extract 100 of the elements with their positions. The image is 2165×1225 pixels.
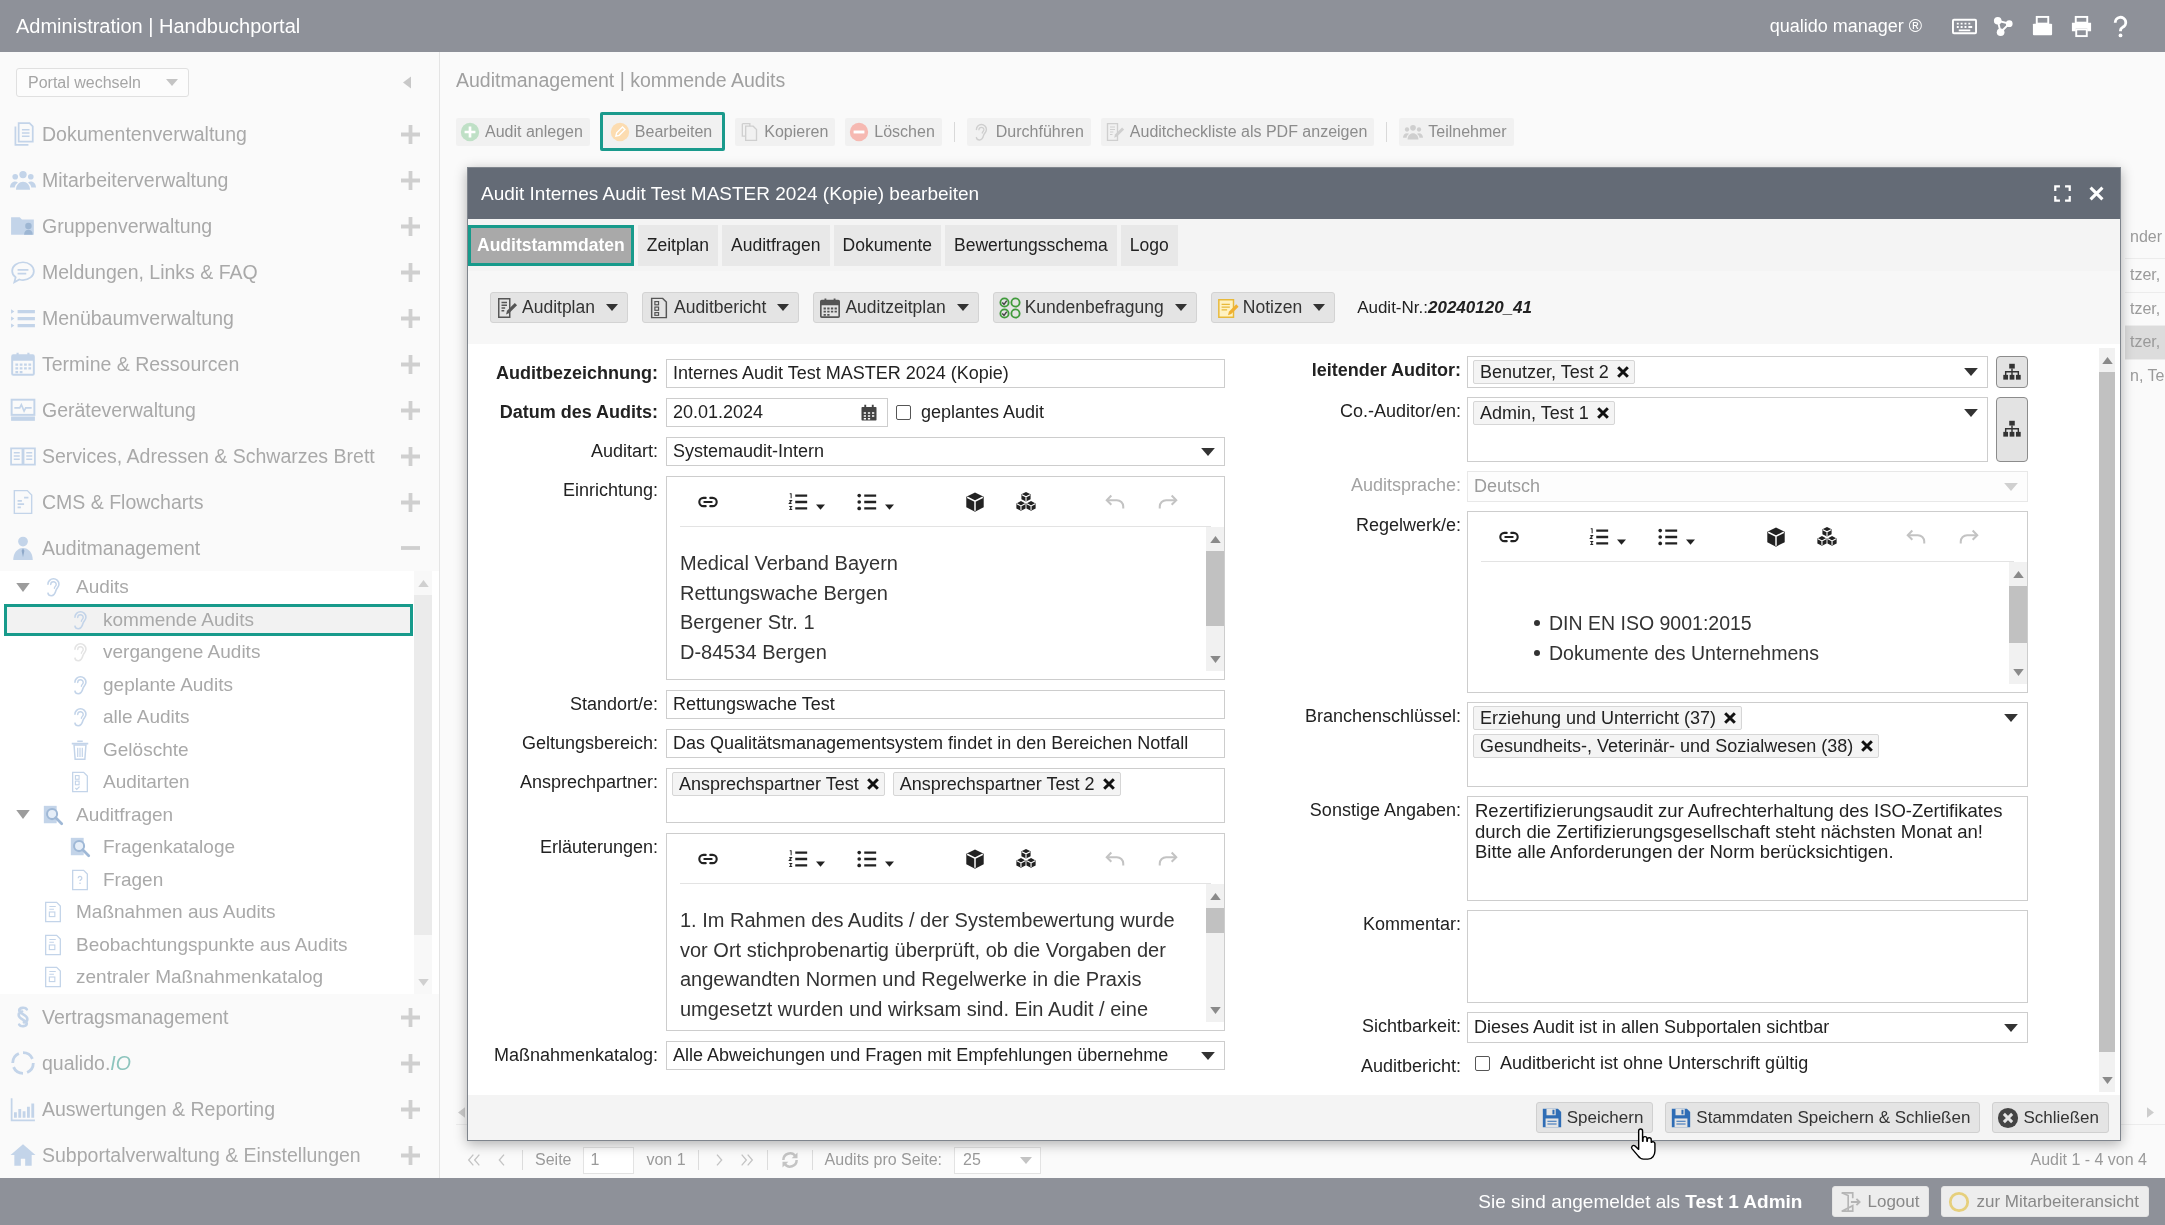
scroll-up-icon[interactable] xyxy=(1209,536,1221,543)
select-field[interactable]: Systemaudit-Intern xyxy=(666,437,1225,466)
tab[interactable]: Dokumente xyxy=(833,225,942,266)
printer-icon[interactable] xyxy=(2069,14,2094,38)
tree-item[interactable]: Fragenkataloge xyxy=(4,831,413,864)
close-button[interactable]: Schließen xyxy=(1992,1102,2109,1133)
text-field[interactable]: Rettungswache Test xyxy=(666,690,1225,719)
remove-icon[interactable] xyxy=(865,777,880,791)
textarea-field[interactable] xyxy=(1467,910,2028,1003)
toolbar-button[interactable]: Löschen xyxy=(845,117,942,146)
editor-text[interactable]: 1. Im Rahmen des Audits / der Systembewertung wurde vor Ort stichprobenartig überprüft, ob die Vorgaben der angewandten Normen und Regelwerke in die Praxis umgesetzt wurden und wirksam sind. Ein Audit / eine xyxy=(667,884,1206,1030)
scroll-down-icon[interactable] xyxy=(1209,656,1221,663)
text-field[interactable]: Internes Audit Test MASTER 2024 (Kopie) xyxy=(666,359,1225,388)
tree-item[interactable]: Auditarten xyxy=(4,766,413,799)
sidebar-item[interactable]: Auditmanagement xyxy=(0,525,439,571)
checkbox[interactable] xyxy=(896,405,911,420)
sidebar-item[interactable]: Meldungen, Links & FAQ xyxy=(0,249,439,295)
cubes-icon[interactable] xyxy=(1015,490,1037,513)
date-field[interactable]: 20.01.2024 xyxy=(666,398,888,427)
numbered-list-icon[interactable] xyxy=(787,847,809,870)
sidebar-item[interactable]: Geräteverwaltung xyxy=(0,387,439,433)
cube-icon[interactable] xyxy=(964,847,986,870)
caret-icon[interactable] xyxy=(885,860,894,867)
select-field[interactable]: Dieses Audit ist in allen Subportalen sichtbar xyxy=(1467,1012,2028,1043)
numbered-list-icon[interactable] xyxy=(1588,525,1610,548)
scroll-down-icon[interactable] xyxy=(1209,1007,1221,1014)
tag-field[interactable]: Ansprechspartner Test Ansprechspartner Test 2 xyxy=(666,768,1225,823)
collapse-caret-icon[interactable] xyxy=(16,810,30,820)
calendar-icon[interactable] xyxy=(860,403,878,422)
table-row[interactable]: tzer, xyxy=(2125,258,2165,292)
sidebar-item[interactable]: Mitarbeiterverwaltung xyxy=(0,157,439,203)
tab[interactable]: Auditstammdaten xyxy=(468,225,634,266)
tag[interactable]: Ansprechspartner Test xyxy=(672,772,885,796)
sidebar-item[interactable]: Menübaumverwaltung xyxy=(0,295,439,341)
tree-item[interactable]: Beobachtungspunkte aus Audits xyxy=(4,928,413,961)
sidebar-item[interactable]: Subportalverwaltung & Einstellungen xyxy=(0,1132,439,1178)
tree-item[interactable]: Maßnahmen aus Audits xyxy=(4,896,413,929)
tree-item[interactable]: vergangene Audits xyxy=(4,636,413,669)
cubes-icon[interactable] xyxy=(1015,847,1037,870)
remove-icon[interactable] xyxy=(1101,777,1116,791)
page-field[interactable]: 1 xyxy=(583,1146,635,1174)
remove-icon[interactable] xyxy=(1860,739,1875,753)
multi-select-field[interactable]: Erziehung und Unterricht (37) Gesundheits-, Veterinär- und Sozialwesen (38) xyxy=(1467,702,2028,787)
tag[interactable]: Benutzer, Test 2 xyxy=(1473,360,1635,384)
tab[interactable]: Zeitplan xyxy=(637,225,719,266)
rich-text-editor[interactable]: Medical Verband Bayern Rettungswache Bergen Bergener Str. 1 D-84534 Bergen xyxy=(666,476,1225,680)
numbered-list-icon[interactable] xyxy=(787,490,809,513)
close-icon[interactable] xyxy=(2088,185,2105,202)
scroll-left-icon[interactable] xyxy=(458,1107,465,1118)
dropdown-button[interactable]: Auditzeitplan xyxy=(813,292,979,323)
caret-icon[interactable] xyxy=(1617,538,1626,545)
toolbar-button[interactable]: Teilnehmer xyxy=(1399,117,1514,146)
dropdown-button[interactable]: Kundenbefragung xyxy=(992,292,1197,323)
rich-text-editor[interactable]: DIN EN ISO 9001:2015 Dokumente des Unternehmens xyxy=(1467,511,2028,693)
org-chart-button[interactable] xyxy=(1996,397,2028,462)
tree-item[interactable]: Auditfragen xyxy=(4,798,413,831)
table-row[interactable]: n, Te xyxy=(2125,358,2165,392)
refresh-icon[interactable] xyxy=(779,1150,800,1170)
scroll-up-icon[interactable] xyxy=(2101,357,2113,364)
editor-text[interactable]: Medical Verband Bayern Rettungswache Bergen Bergener Str. 1 D-84534 Bergen xyxy=(667,527,1206,679)
rich-text-editor[interactable] xyxy=(666,833,1225,1031)
scroll-up-icon[interactable] xyxy=(2012,571,2024,578)
first-page-icon[interactable] xyxy=(466,1152,482,1168)
tree-item[interactable]: Fragen xyxy=(4,863,413,896)
tag[interactable]: Admin, Test 1 xyxy=(1473,401,1615,425)
cube-icon[interactable] xyxy=(964,490,986,513)
tag[interactable]: Ansprechspartner Test 2 xyxy=(892,772,1121,796)
tag[interactable]: Erziehung und Unterricht (37) xyxy=(1473,706,1743,730)
scroll-up-icon[interactable] xyxy=(1209,893,1221,900)
save-button[interactable]: Speichern xyxy=(1535,1102,1654,1133)
toolbar-button[interactable]: Bearbeiten xyxy=(599,112,726,151)
toolbar-button[interactable]: Kopieren xyxy=(735,117,836,146)
tab[interactable]: Logo xyxy=(1120,225,1178,266)
caret-icon[interactable] xyxy=(885,503,894,510)
tab[interactable]: Bewertungsschema xyxy=(945,225,1117,266)
scrollbar-thumb[interactable] xyxy=(2009,586,2027,643)
sidebar-item[interactable]: Auswertungen & Reporting xyxy=(0,1086,439,1132)
dropdown-button[interactable]: Auditplan xyxy=(490,292,628,323)
save-and-close-button[interactable]: Stammdaten Speichern & Schließen xyxy=(1665,1102,1981,1133)
dropdown-button[interactable]: Auditbericht xyxy=(642,292,800,323)
remove-icon[interactable] xyxy=(1615,365,1630,379)
sidebar-item[interactable]: Services, Adressen & Schwarzes Brett xyxy=(0,433,439,479)
org-chart-button[interactable] xyxy=(1996,356,2028,388)
scrollbar-thumb[interactable] xyxy=(1206,551,1224,626)
employee-view-button[interactable]: zur Mitarbeiteransicht xyxy=(1941,1186,2149,1217)
scrollbar-thumb[interactable] xyxy=(414,595,432,935)
last-page-icon[interactable] xyxy=(738,1152,755,1168)
toolbar-button[interactable]: Durchführen xyxy=(966,117,1091,146)
fullscreen-icon[interactable] xyxy=(2054,185,2071,202)
tree-item[interactable]: zentraler Maßnahmenkatalog xyxy=(4,961,413,994)
per-page-select[interactable]: 25 xyxy=(954,1146,1041,1174)
scrollbar-thumb[interactable] xyxy=(1206,908,1224,933)
tree-item[interactable]: Gelöschte xyxy=(4,733,413,766)
remove-icon[interactable] xyxy=(1723,711,1738,725)
cubes-icon[interactable] xyxy=(1816,525,1838,548)
checkbox[interactable] xyxy=(1475,1055,1490,1071)
multi-select-field[interactable]: Admin, Test 1 xyxy=(1467,397,1988,462)
table-row[interactable]: tzer, xyxy=(2125,325,2165,359)
tree-item[interactable]: geplante Audits xyxy=(4,668,413,701)
tab[interactable]: Auditfragen xyxy=(722,225,830,266)
